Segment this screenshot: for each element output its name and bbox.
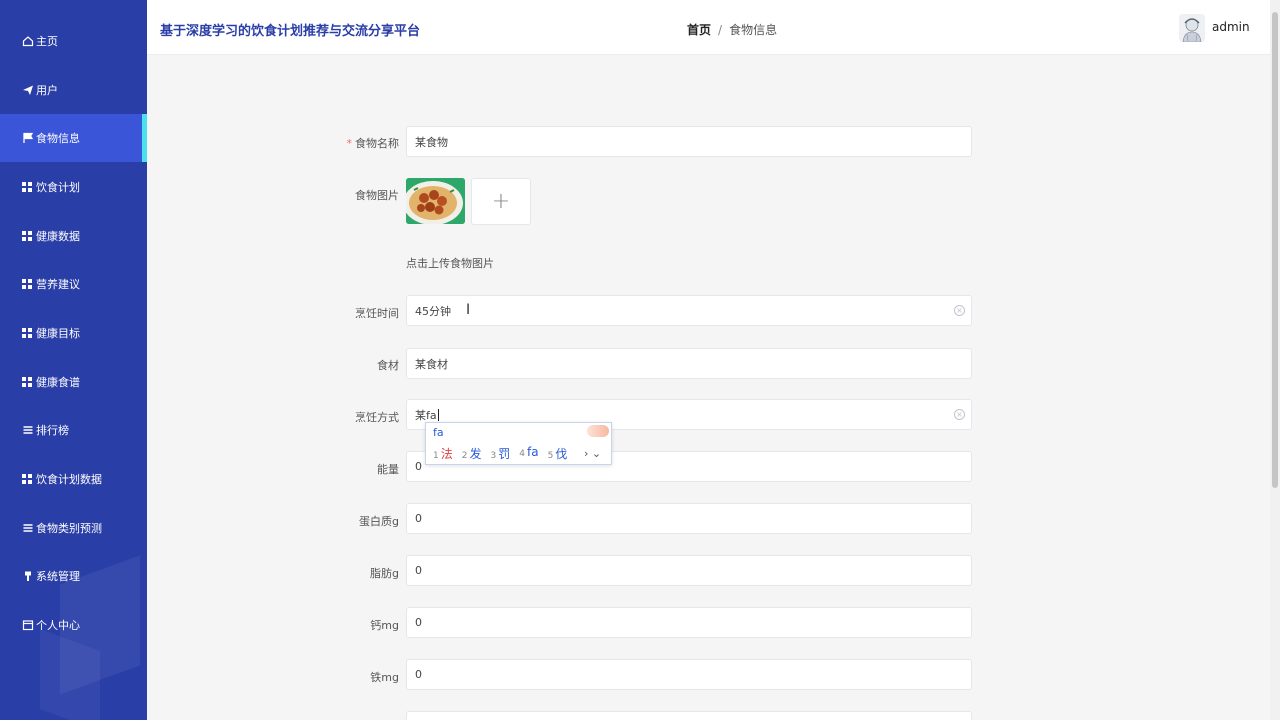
food-image-label: 食物图片 (355, 189, 399, 202)
sidebar-item-label: 健康目标 (36, 327, 80, 340)
sidebar-item-food-category-prediction[interactable]: 食物类别预测 (0, 504, 147, 552)
breadcrumb-separator: / (718, 22, 723, 37)
ingredients-label: 食材 (377, 359, 399, 372)
flag-icon (23, 132, 34, 143)
app-title: 基于深度学习的饮食计划推荐与交流分享平台 (160, 24, 421, 39)
clear-icon[interactable]: × (954, 409, 965, 420)
grid-icon (22, 182, 32, 192)
food-photo (406, 178, 465, 224)
calcium-label: 钙mg (370, 619, 399, 632)
sidebar-item-label: 食物信息 (36, 132, 80, 145)
energy-label: 能量 (377, 463, 399, 476)
grid-icon (22, 377, 32, 387)
sidebar-item-users[interactable]: 用户 (0, 66, 147, 114)
username[interactable]: admin (1212, 20, 1250, 34)
grid-icon (22, 231, 32, 241)
food-name-label: * 食物名称 (346, 137, 400, 150)
clear-icon[interactable]: × (954, 305, 965, 316)
breadcrumb-home[interactable]: 首页 (687, 21, 711, 38)
energy-value: 0 (415, 460, 422, 473)
page-scrollbar[interactable] (1270, 0, 1280, 720)
sidebar-item-label: 个人中心 (36, 619, 80, 632)
ime-candidate[interactable]: 5伐 (548, 445, 568, 462)
iron-value: 0 (415, 668, 422, 681)
sidebar-item-label: 主页 (36, 35, 58, 48)
list-icon (23, 426, 33, 434)
fat-label: 脂肪g (370, 567, 399, 580)
next-field-input[interactable] (406, 711, 972, 720)
food-name-input[interactable]: 某食物 (406, 126, 972, 157)
breadcrumb: 首页 / 食物信息 (687, 21, 777, 38)
ingredients-input[interactable]: 某食材 (406, 348, 972, 379)
ime-candidate-popup[interactable]: fa 1法 2发 3罚 4 fa 5伐 › ⌄ (425, 422, 612, 465)
food-image-thumbnail[interactable] (406, 178, 465, 224)
cook-method-value: 某fa (415, 408, 437, 422)
send-icon (23, 85, 33, 95)
sidebar-item-label: 饮食计划 (36, 181, 80, 194)
ime-candidate[interactable]: 1法 (433, 445, 453, 462)
scrollbar-thumb[interactable] (1272, 12, 1278, 488)
sidebar-item-health-goals[interactable]: 健康目标 (0, 309, 147, 357)
pin-icon (25, 571, 31, 581)
sidebar-item-system-management[interactable]: 系统管理 (0, 552, 147, 600)
fat-value: 0 (415, 564, 422, 577)
list-icon (23, 524, 33, 532)
sidebar-item-label: 系统管理 (36, 570, 80, 583)
upload-hint: 点击上传食物图片 (406, 257, 494, 270)
ime-skin-decoration (587, 425, 609, 437)
cook-time-label: 烹饪时间 (355, 307, 399, 320)
cook-time-input[interactable]: 45分钟 × (406, 295, 972, 326)
sidebar: 主页 用户 食物信息 饮食计划 健康数据 营养建议 健康目标 健康食谱 排行榜 … (0, 0, 147, 720)
sidebar-item-diet-plan-data[interactable]: 饮食计划数据 (0, 455, 147, 503)
ime-candidate[interactable]: 3罚 (491, 445, 511, 462)
grid-icon (22, 328, 32, 338)
sidebar-item-food-info[interactable]: 食物信息 (0, 114, 147, 162)
calendar-icon (22, 620, 34, 631)
avatar[interactable] (1179, 14, 1205, 42)
upload-image-button[interactable]: + (471, 178, 531, 225)
calcium-input[interactable]: 0 (406, 607, 972, 638)
plus-icon: + (491, 189, 511, 214)
ime-next-page-icon[interactable]: › ⌄ (584, 447, 601, 460)
sidebar-item-label: 排行榜 (36, 424, 69, 437)
fat-input[interactable]: 0 (406, 555, 972, 586)
required-mark: * (346, 137, 353, 150)
text-caret (437, 408, 439, 421)
sidebar-item-health-data[interactable]: 健康数据 (0, 212, 147, 260)
sidebar-item-home[interactable]: 主页 (0, 17, 147, 65)
protein-value: 0 (415, 512, 422, 525)
calcium-value: 0 (415, 616, 422, 629)
ime-candidate[interactable]: 2发 (462, 445, 482, 462)
breadcrumb-current: 食物信息 (729, 23, 778, 37)
grid-icon (22, 474, 32, 484)
cook-method-label: 烹饪方式 (355, 411, 399, 424)
cook-time-value: 45分钟 (415, 304, 451, 318)
sidebar-item-label: 食物类别预测 (36, 522, 102, 535)
sidebar-item-label: 健康食谱 (36, 376, 80, 389)
iron-label: 铁mg (370, 671, 399, 684)
avatar-image (1179, 14, 1205, 42)
grid-icon (22, 279, 32, 289)
ingredients-value: 某食材 (415, 357, 448, 371)
ime-candidates: 1法 2发 3罚 4 fa 5伐 (433, 445, 576, 462)
top-header: 基于深度学习的饮食计划推荐与交流分享平台 首页 / 食物信息 admin (147, 0, 1270, 55)
sidebar-item-label: 营养建议 (36, 278, 80, 291)
ime-composition: fa (433, 426, 444, 439)
sidebar-item-nutrition-advice[interactable]: 营养建议 (0, 260, 147, 308)
sidebar-item-leaderboard[interactable]: 排行榜 (0, 406, 147, 454)
i-beam-cursor-icon: I (466, 302, 471, 318)
sidebar-item-label: 健康数据 (36, 230, 80, 243)
sidebar-item-diet-plan[interactable]: 饮食计划 (0, 163, 147, 211)
sidebar-item-personal-center[interactable]: 个人中心 (0, 601, 147, 649)
sidebar-item-health-recipes[interactable]: 健康食谱 (0, 358, 147, 406)
food-name-value: 某食物 (415, 135, 448, 149)
home-icon (22, 36, 34, 47)
protein-label: 蛋白质g (359, 515, 399, 528)
sidebar-item-label: 用户 (36, 84, 58, 97)
iron-input[interactable]: 0 (406, 659, 972, 690)
protein-input[interactable]: 0 (406, 503, 972, 534)
ime-candidate[interactable]: 4 fa (519, 445, 538, 462)
sidebar-item-label: 饮食计划数据 (36, 473, 102, 486)
